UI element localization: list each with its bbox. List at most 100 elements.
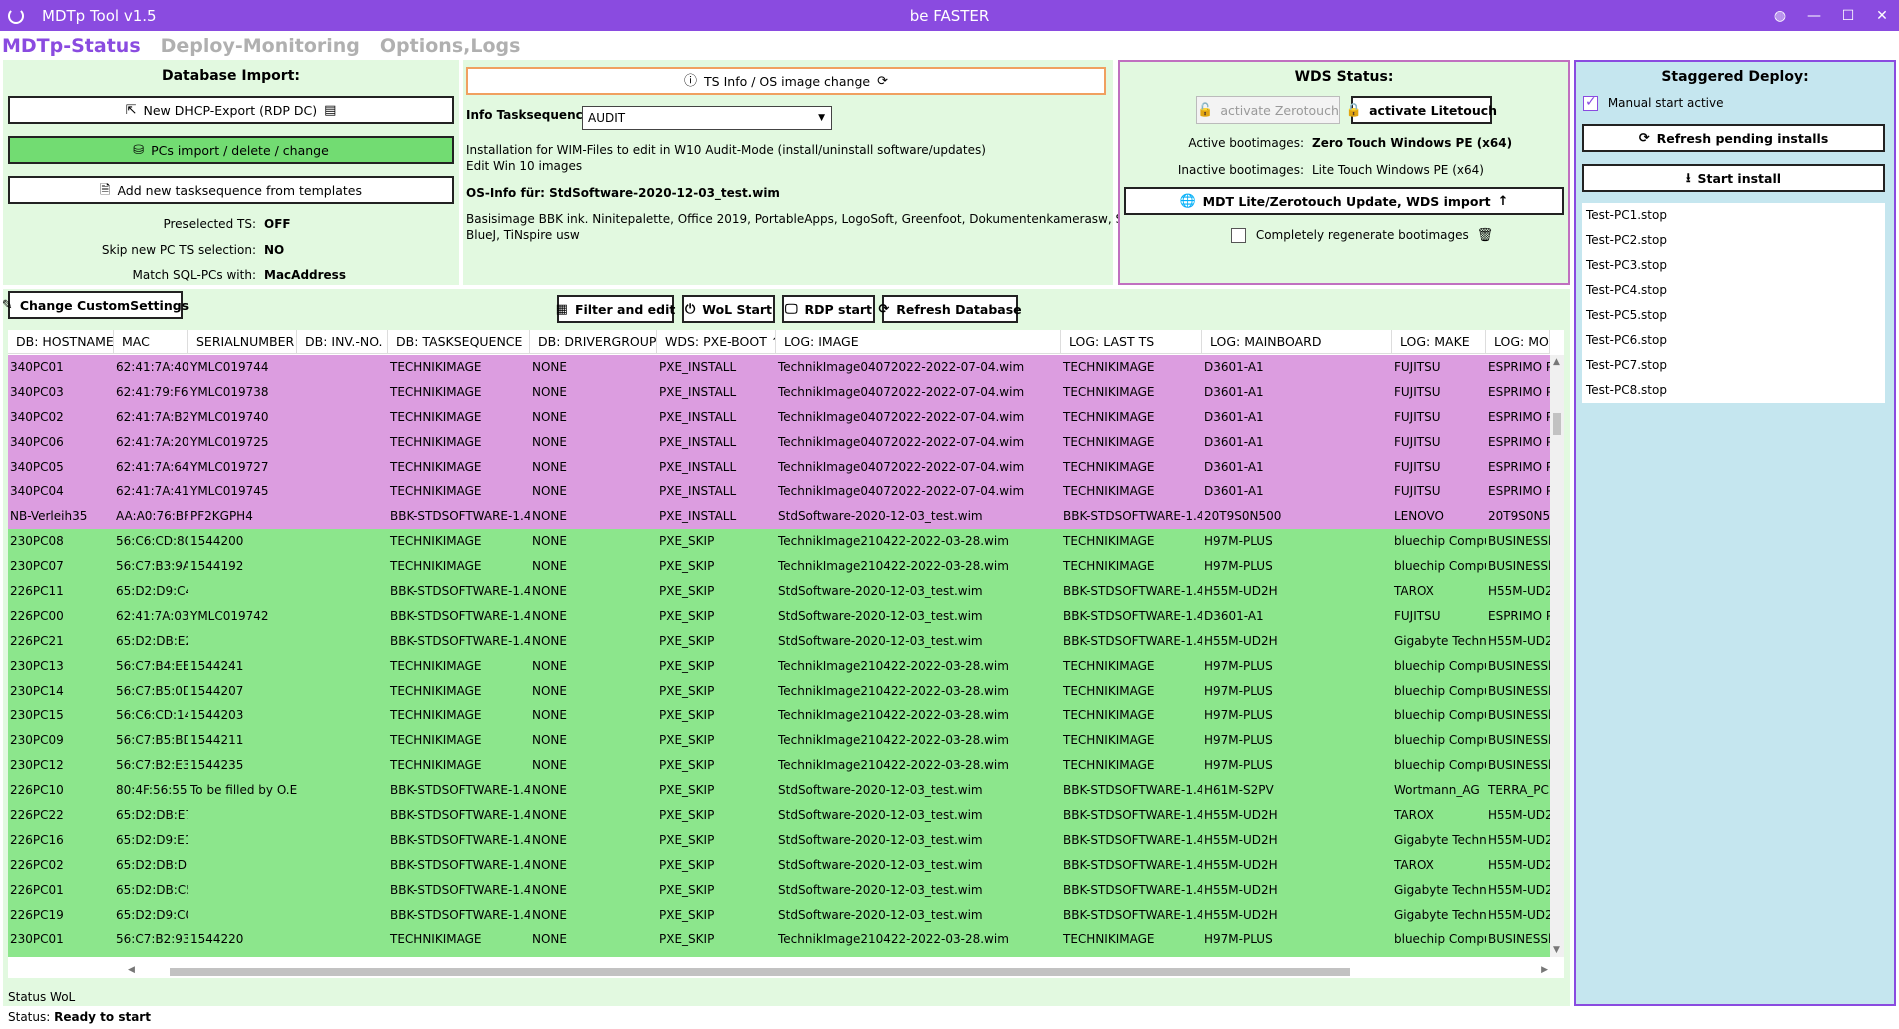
column-header-last-ts[interactable]: LOG: LAST TS <box>1061 330 1202 354</box>
list-item[interactable]: Test-PC5.stop <box>1582 303 1885 328</box>
close-icon[interactable]: ✕ <box>1865 8 1899 24</box>
table-row[interactable]: 226PC10 80:4F:56:55To be filled by O.E.M B… <box>8 778 1550 804</box>
cell-serialnumber <box>188 952 297 957</box>
table-row[interactable]: 340PC05 62:41:7A:64 YMLC019727 TECHNIKIMAGE… <box>8 454 1550 480</box>
table-row[interactable]: 230PC08 56:C6:CD:80 1544200 TECHNIKIMAGE NON… <box>8 529 1550 555</box>
cell-make: Gigabyte Techno <box>1392 952 1486 957</box>
table-row[interactable]: 230PC13 56:C7:B4:EB 1544241 TECHNIKIMAGE NON… <box>8 653 1550 679</box>
column-header-mainboard[interactable]: LOG: MAINBOARD <box>1202 330 1392 354</box>
table-row[interactable]: 340PC04 62:41:7A:41 YMLC019745 TECHNIKIMAGE… <box>8 479 1550 505</box>
pc-data-grid[interactable]: DB: HOSTNAME MAC SERIALNUMBER DB: INV.-NO. D… <box>8 330 1564 978</box>
regenerate-checkbox[interactable] <box>1231 228 1246 243</box>
table-row[interactable]: 230PC09 56:C7:B5:BD 1544211 TECHNIKIMAGE NON… <box>8 728 1550 754</box>
tasksequence-select[interactable]: AUDIT ▼ <box>582 106 832 130</box>
refresh-pending-button[interactable]: ⟳ Refresh pending installs <box>1582 124 1885 152</box>
column-header-inv-no[interactable]: DB: INV.-NO. <box>297 330 388 354</box>
column-header-make[interactable]: LOG: MAKE <box>1392 330 1486 354</box>
tab-mdtp-status[interactable]: MDTp-Status <box>2 35 141 57</box>
activate-zerotouch-button[interactable]: 🔓 activate Zerotouch <box>1196 96 1340 124</box>
pcs-import-button[interactable]: ⛁ PCs import / delete / change <box>8 136 454 164</box>
horizontal-scroll-thumb[interactable] <box>170 968 1350 976</box>
table-row[interactable]: 226PC11 65:D2:D9:C4 BBK-STDSOFTWARE-1.4.8 N… <box>8 579 1550 604</box>
list-item[interactable]: Test-PC4.stop <box>1582 278 1885 303</box>
window-controls: ◍ — ☐ ✕ <box>1763 0 1899 31</box>
table-row[interactable]: 230PC01 56:C7:B2:93 1544220 TECHNIKIMAGE NON… <box>8 927 1550 953</box>
column-header-drivergroup[interactable]: DB: DRIVERGROUP <box>530 330 657 354</box>
cell-image: TechnikImage210422-2022-03-28.wim <box>778 534 1009 549</box>
filter-edit-button[interactable]: ▦ Filter and edit <box>556 295 675 323</box>
table-row[interactable]: 230PC07 56:C7:B3:9A 1544192 TECHNIKIMAGE NON… <box>8 554 1550 580</box>
table-row[interactable]: 226PC16 65:D2:D9:E1 BBK-STDSOFTWARE-1.4.8 N… <box>8 827 1550 853</box>
tab-options-logs[interactable]: Options,Logs <box>380 35 521 57</box>
table-row[interactable]: 226PC21 65:D2:DB:E2 BBK-STDSOFTWARE-1.4.8 N… <box>8 628 1550 654</box>
cell-serialnumber <box>188 853 297 878</box>
vertical-scroll-thumb[interactable] <box>1553 413 1561 435</box>
table-row[interactable]: 226PC1565:D2:D9:BEBBK-STDSOFTWARE-1.4.8N… <box>8 952 1550 957</box>
list-item[interactable]: Test-PC8.stop <box>1582 378 1885 403</box>
table-row[interactable]: 340PC06 62:41:7A:20 YMLC019725 TECHNIKIMAGE… <box>8 429 1550 455</box>
table-row[interactable]: 230PC12 56:C7:B2:E3 1544235 TECHNIKIMAGE NON… <box>8 753 1550 779</box>
vertical-scrollbar[interactable]: ▲ ▼ <box>1550 355 1564 957</box>
list-item[interactable]: Test-PC3.stop <box>1582 253 1885 278</box>
list-item[interactable]: Test-PC1.stop <box>1582 203 1885 228</box>
skip-ts-value[interactable]: NO <box>264 243 284 257</box>
horizontal-scrollbar[interactable]: ◀ ▶ <box>118 964 1550 978</box>
column-header-pxe-boot[interactable]: WDS: PXE-BOOT ↑ <box>657 330 776 354</box>
cell-image: TechnikImage210422-2022-03-28.wim <box>778 758 1009 773</box>
mdt-update-button[interactable]: 🌐 MDT Lite/Zerotouch Update, WDS import … <box>1124 187 1564 215</box>
minimize-icon[interactable]: — <box>1797 8 1831 24</box>
refresh-database-button[interactable]: ⟳ Refresh Database <box>878 295 1022 323</box>
match-sql-value[interactable]: MacAddress <box>264 268 346 282</box>
add-tasksequence-button[interactable]: 🗎 Add new tasksequence from templates <box>8 176 454 204</box>
start-install-button[interactable]: ⭳ Start install <box>1582 164 1885 192</box>
cell-image: TechnikImage210422-2022-03-28.wim <box>778 708 1009 723</box>
cell-pxe-boot: PXE_SKIP <box>659 683 715 698</box>
list-item[interactable]: Test-PC6.stop <box>1582 328 1885 353</box>
table-row[interactable]: 340PC03 62:41:79:F6 YMLC019738 TECHNIKIMAGE… <box>8 379 1550 405</box>
rdp-start-button[interactable]: 🖵 RDP start <box>782 295 875 323</box>
scroll-left-icon[interactable]: ◀ <box>128 965 135 975</box>
theme-icon[interactable]: ◍ <box>1763 8 1797 24</box>
table-row[interactable]: 340PC02 62:41:7A:B2 YMLC019740 TECHNIKIMAGE… <box>8 404 1550 430</box>
maximize-icon[interactable]: ☐ <box>1831 8 1865 24</box>
column-header-model[interactable]: LOG: MOD <box>1486 330 1550 354</box>
table-row[interactable]: 226PC22 65:D2:DB:E7 BBK-STDSOFTWARE-1.4.8 N… <box>8 803 1550 828</box>
refresh-pending-label: Refresh pending installs <box>1656 130 1829 146</box>
list-item[interactable]: Test-PC2.stop <box>1582 228 1885 253</box>
change-customsettings-button[interactable]: ✎ Change CustomSettings <box>2 291 189 319</box>
ts-info-button[interactable]: ⓘ TS Info / OS image change ⟳ <box>466 67 1106 95</box>
column-header-serialnumber[interactable]: SERIALNUMBER <box>188 330 297 354</box>
table-row[interactable]: 226PC00 62:41:7A:03 YMLC019742 BBK-STDSOFTW… <box>8 603 1550 629</box>
wol-start-button[interactable]: ⏻ WoL Start <box>682 295 775 323</box>
activate-litetouch-button[interactable]: 🔒 activate Litetouch <box>1346 96 1497 124</box>
cell-serialnumber <box>188 629 297 654</box>
manual-start-label: Manual start active <box>1607 96 1724 110</box>
table-row[interactable]: 226PC02 65:D2:DB:DE BBK-STDSOFTWARE-1.4.8 N… <box>8 852 1550 878</box>
scroll-down-icon[interactable]: ▼ <box>1553 945 1560 955</box>
column-header-tasksequence[interactable]: DB: TASKSEQUENCE <box>388 330 530 354</box>
table-row[interactable]: 230PC14 56:C7:B5:0D 1544207 TECHNIKIMAGE NON… <box>8 678 1550 704</box>
table-row[interactable]: 340PC01 62:41:7A:40 YMLC019744 TECHNIKIMAGE… <box>8 355 1550 380</box>
column-header-mac[interactable]: MAC <box>114 330 188 354</box>
column-header-image[interactable]: LOG: IMAGE <box>776 330 1061 354</box>
scroll-right-icon[interactable]: ▶ <box>1541 965 1548 975</box>
column-header-hostname[interactable]: DB: HOSTNAME <box>8 330 114 354</box>
preselected-ts-value[interactable]: OFF <box>264 217 291 231</box>
table-row[interactable]: 230PC15 56:C6:CD:14 1544203 TECHNIKIMAGE NON… <box>8 703 1550 729</box>
table-row[interactable]: NB-Verleih35 AA:A0:76:BF PF2KGPH4 BBK-STDSO… <box>8 504 1550 530</box>
list-item[interactable]: Test-PC7.stop <box>1582 353 1885 378</box>
grid-body[interactable]: 340PC01 62:41:7A:40 YMLC019744 TECHNIKIMAGE… <box>8 355 1550 957</box>
cell-mainboard: H55M-UD2H <box>1204 857 1278 872</box>
table-row[interactable]: 226PC19 65:D2:D9:C0 BBK-STDSOFTWARE-1.4.8 N… <box>8 902 1550 928</box>
trash-icon[interactable]: 🗑 <box>1477 229 1494 242</box>
cell-drivergroup: NONE <box>532 907 567 922</box>
pending-installs-list[interactable]: Test-PC1.stop Test-PC2.stop Test-PC3.sto… <box>1582 203 1885 403</box>
cell-mainboard: H97M-PLUS <box>1204 758 1273 773</box>
scroll-up-icon[interactable]: ▲ <box>1553 357 1560 367</box>
new-dhcp-export-button[interactable]: ⇱ New DHCP-Export (RDP DC) ▤ <box>8 96 454 124</box>
table-row[interactable]: 226PC01 65:D2:DB:C5 BBK-STDSOFTWARE-1.4.8 N… <box>8 877 1550 903</box>
tab-deploy-monitoring[interactable]: Deploy-Monitoring <box>161 35 360 57</box>
cell-inv-no <box>297 479 388 504</box>
cell-inv-no <box>297 604 388 629</box>
manual-start-checkbox[interactable] <box>1583 94 1598 111</box>
